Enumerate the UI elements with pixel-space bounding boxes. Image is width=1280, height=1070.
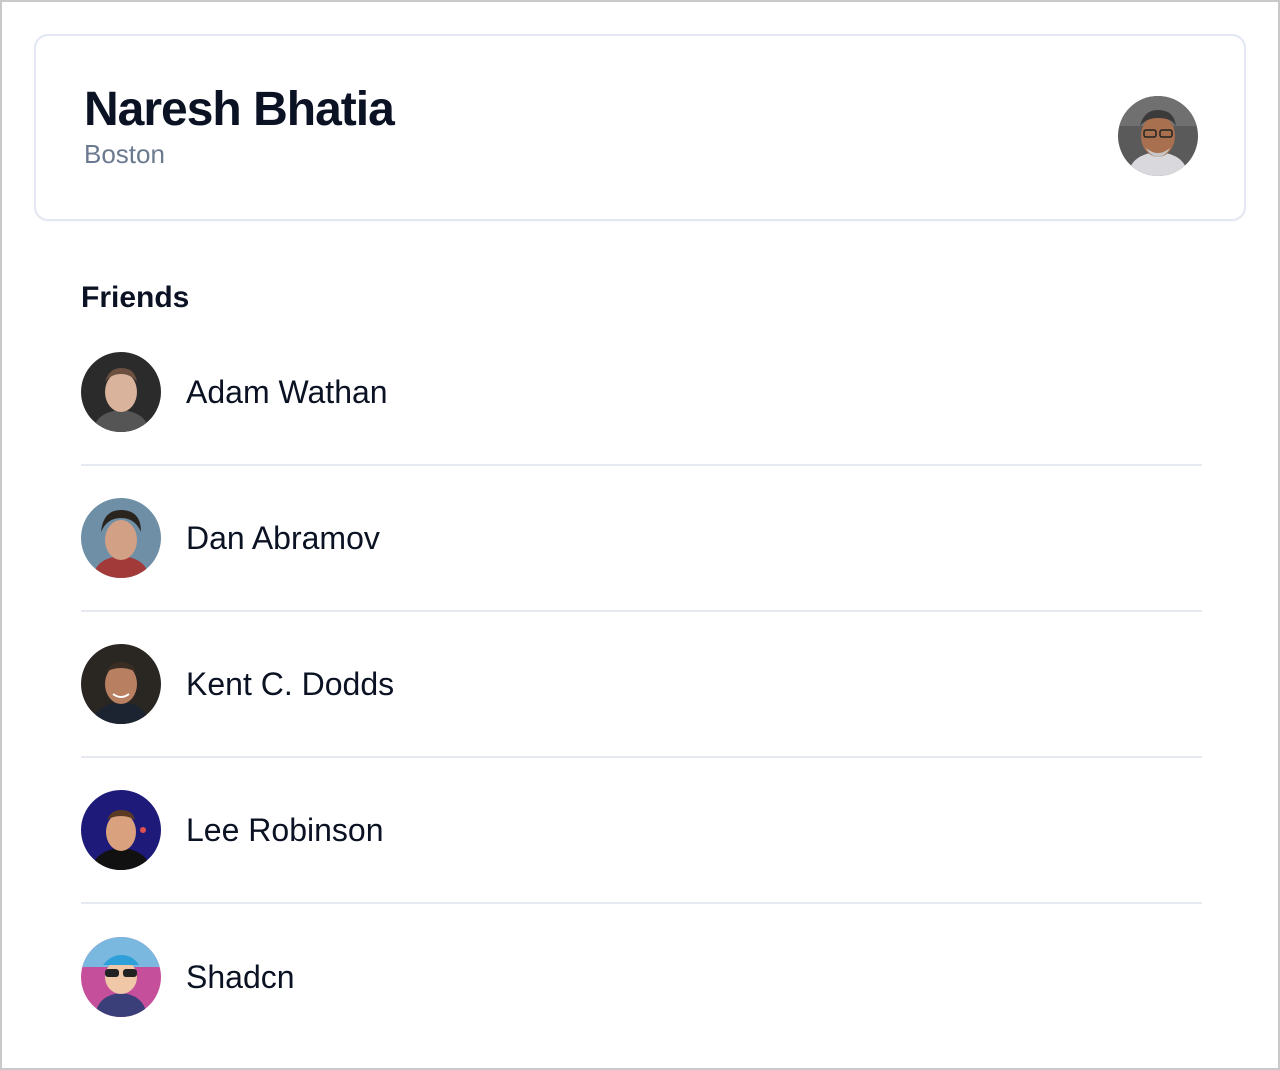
friend-name: Kent C. Dodds <box>186 666 395 702</box>
friend-avatar <box>81 498 161 578</box>
profile-name: Naresh Bhatia <box>84 83 395 136</box>
friend-list-item[interactable]: Shadcn <box>81 904 1202 1050</box>
user-photo-avatar-icon <box>81 498 161 578</box>
cartoon-avatar-icon <box>81 937 161 1017</box>
friend-name: Shadcn <box>186 959 295 995</box>
friend-list-item[interactable]: Dan Abramov <box>81 466 1202 612</box>
friend-name: Dan Abramov <box>186 520 380 556</box>
friend-avatar <box>81 790 161 870</box>
friend-list-item[interactable]: Lee Robinson <box>81 758 1202 904</box>
friend-avatar <box>81 937 161 1017</box>
friend-name: Lee Robinson <box>186 812 384 848</box>
profile-avatar[interactable] <box>1118 96 1198 176</box>
user-photo-avatar-icon <box>81 352 161 432</box>
friend-avatar <box>81 352 161 432</box>
friend-avatar <box>81 644 161 724</box>
friends-list: Adam Wathan Dan Abramov Kent C. Dodds Le… <box>81 320 1202 1050</box>
profile-city: Boston <box>84 139 165 169</box>
friend-list-item[interactable]: Adam Wathan <box>81 320 1202 466</box>
friend-name: Adam Wathan <box>186 374 388 410</box>
user-photo-avatar-icon <box>81 644 161 724</box>
friend-list-item[interactable]: Kent C. Dodds <box>81 612 1202 758</box>
profile-card: Naresh Bhatia Boston <box>34 34 1246 221</box>
friends-heading: Friends <box>81 281 190 314</box>
user-photo-avatar-icon <box>1118 96 1198 176</box>
user-photo-avatar-icon <box>81 790 161 870</box>
